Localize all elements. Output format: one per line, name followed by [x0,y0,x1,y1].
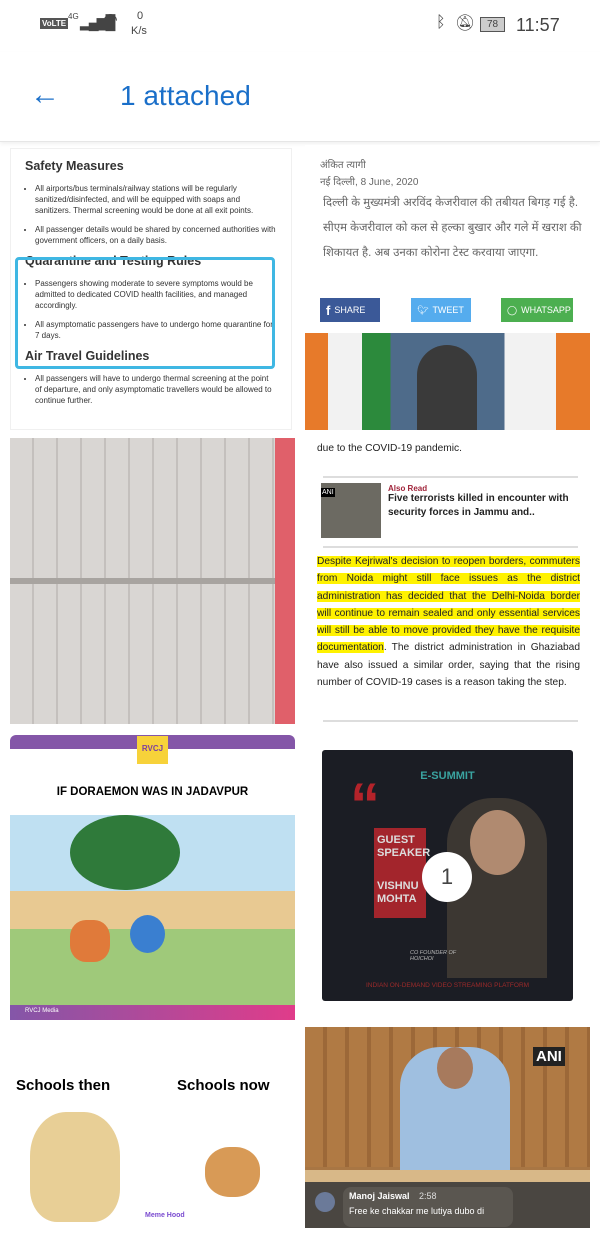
buff-doge-image [30,1112,120,1222]
highlight-outline [15,257,275,369]
photo [305,333,590,430]
caption-right: Schools now [177,1077,270,1094]
author: अंकित त्यागी [320,160,366,171]
bullet: All passenger details would be shared by… [35,224,277,246]
divider [323,720,578,722]
image-tile-notebook-photo[interactable] [10,438,295,724]
heading: Safety Measures [25,159,124,173]
bullet: All passengers will have to undergo ther… [35,373,277,406]
image-tile-guidelines[interactable]: Safety Measures All airports/bus termina… [10,148,292,430]
doraemon [130,915,165,953]
mute-bell-icon: 🔕︎ [455,15,476,32]
also-read-thumbnail: ANI [321,483,381,538]
article-body: दिल्ली के मुख्यमंत्री अरविंद केजरीवाल की… [323,197,582,259]
network-type: 4G [68,12,79,21]
cheems-image [205,1147,260,1197]
article-paragraph: Despite Kejriwal's decision to reopen bo… [317,556,580,689]
desk [305,1170,590,1182]
tree [70,815,180,890]
image-tile-doge-meme[interactable]: Schools then Schools now Meme Hood [0,1027,300,1228]
divider [323,476,578,478]
avatar [315,1192,335,1212]
speaker-role: CO FOUNDER OF HOICHOI [410,950,457,962]
tagline: INDIAN ON-DEMAND VIDEO STREAMING PLATFOR… [365,982,530,989]
commenter-name: Manoj Jaiswal [349,1191,410,1201]
tweet-button: 🐦︎ TWEET [411,298,471,322]
volte-icon: VoLTE [40,18,69,29]
selection-count-badge[interactable]: 1 [422,852,472,902]
meme-title: IF DORAEMON WAS IN JADAVPUR [56,786,249,798]
guest-speaker-box: GUEST SPEAKER VISHNU MOHTA [374,828,430,918]
battery-icon: 78 [480,17,505,32]
rvcj-logo: RVCJ [137,736,168,764]
arrow-left-icon[interactable]: ← [30,78,60,112]
character [70,920,110,962]
image-tile-doraemon-meme[interactable]: RVCJ IF DORAEMON WAS IN JADAVPUR RVCJ Me… [10,733,295,1020]
image-tile-esummit-selected[interactable]: E-SUMMIT “ GUEST SPEAKER VISHNU MOHTA CO … [322,750,573,1001]
dateline: नई दिल्ली, 8 June, 2020 [320,177,419,188]
comment-overlay: Manoj Jaiswal 2:58 Free ke chakkar me lu… [305,1182,590,1228]
person [400,1047,510,1172]
divider [323,546,578,548]
bluetooth-icon: ᛒ [436,14,446,31]
status-bar: VoLTE 4G ▂▄▆█ ◠ 0 K/s ᛒ 🔕︎ 78 11:57 [0,0,600,52]
comment-time: 2:58 [419,1191,437,1201]
facebook-share-button: f SHARE [320,298,380,322]
page-title: 1 attached [120,80,251,111]
background-fabric [275,438,295,724]
text: due to the COVID-19 pandemic. [317,443,462,454]
speed-value: 0 [137,10,144,22]
also-read-title: Five terrorists killed in encounter with… [388,493,569,518]
clock: 11:57 [516,15,560,35]
whatsapp-button: ◯ WHATSAPP [501,298,573,322]
comment-text: Free ke chakkar me lutiya dubo di [349,1206,485,1216]
person [417,345,477,430]
image-tile-kejriwal-video[interactable]: ANI Manoj Jaiswal 2:58 Free ke chakkar m… [305,1027,590,1228]
image-tile-english-article[interactable]: due to the COVID-19 pandemic. ANI Also R… [305,438,590,724]
wifi-icon: ◠ [103,10,118,29]
cartoon-image [10,815,295,1005]
footer-band: RVCJ Media [10,1005,295,1020]
app-bar: ← 1 attached [0,52,600,142]
page-fold [10,578,295,584]
caption-left: Schools then [16,1077,111,1094]
bullet: All airports/bus terminals/railway stati… [35,183,277,216]
watermark: Meme Hood [145,1212,185,1219]
speed-unit: K/s [131,25,147,37]
ani-watermark: ANI [533,1047,565,1066]
image-tile-hindi-article[interactable]: अंकित त्यागी नई दिल्ली, 8 June, 2020 दिल… [305,145,590,430]
